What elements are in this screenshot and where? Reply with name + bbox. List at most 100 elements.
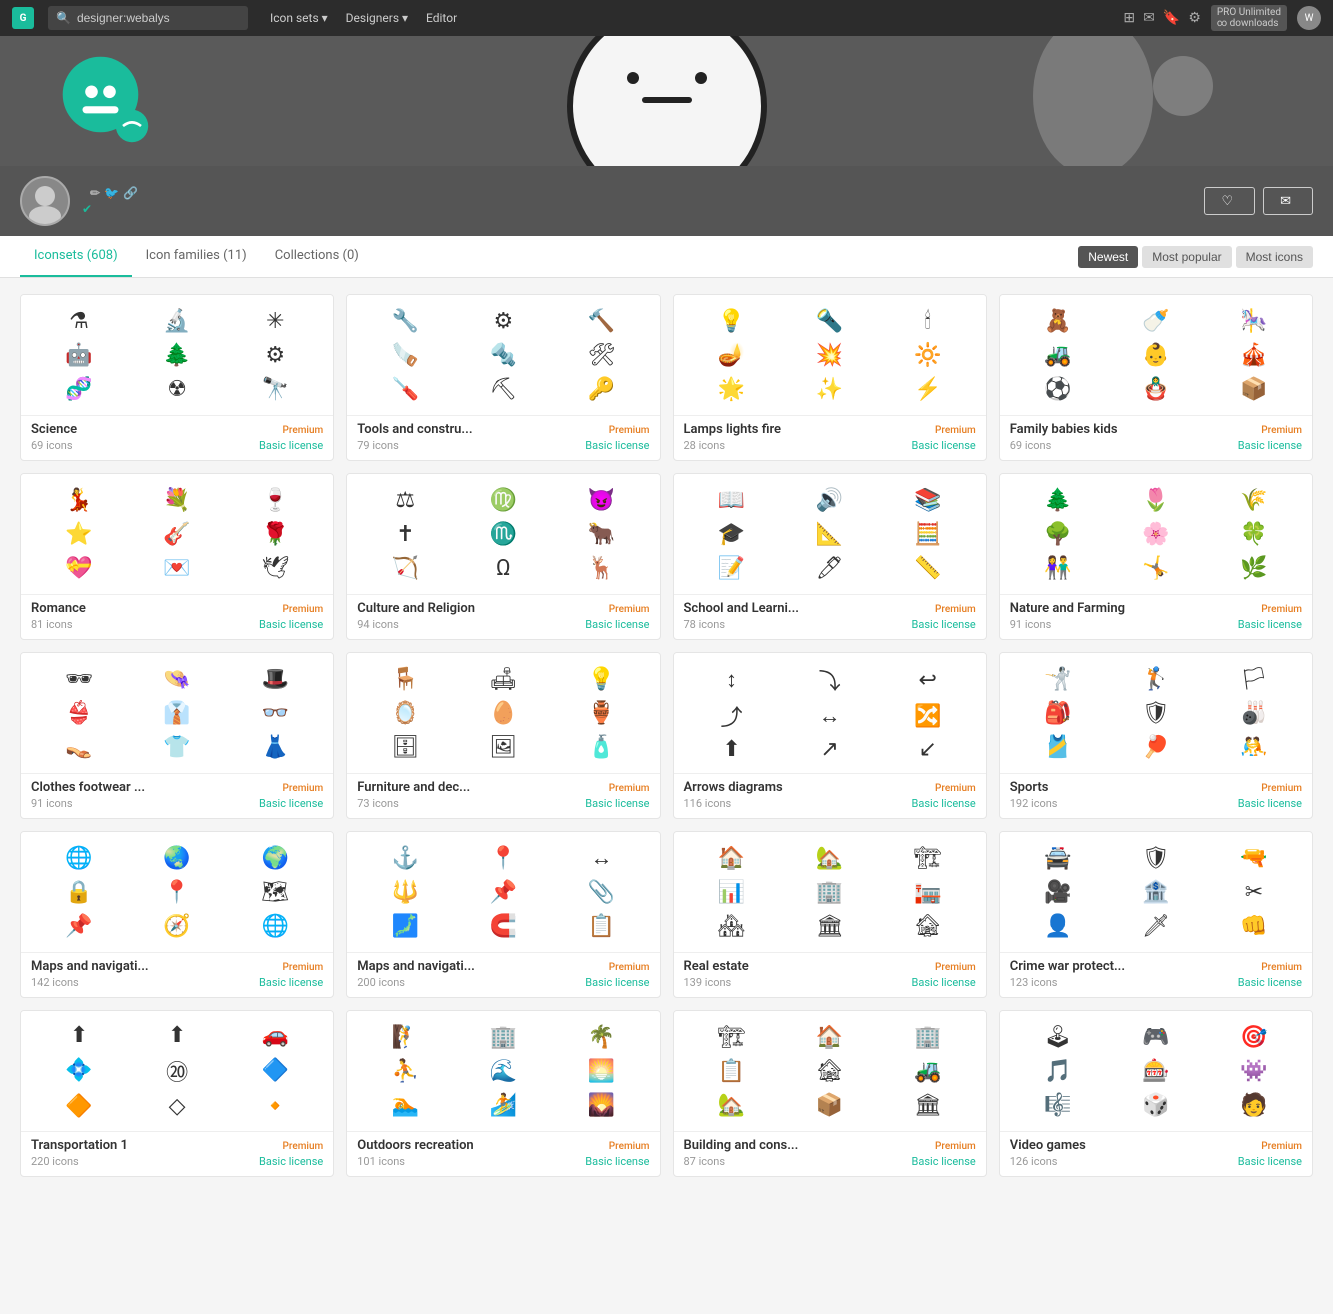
card-icon: 🧬 — [31, 373, 127, 405]
icon-set-card[interactable]: 🤺🏌🏳🎒🛡🎳🎽🏓🤼 Sports Premium 192 icons Basic… — [999, 652, 1313, 819]
grid-icon[interactable]: ⊞ — [1123, 10, 1135, 26]
sort-popular[interactable]: Most popular — [1142, 246, 1231, 268]
nav-editor[interactable]: Editor — [418, 7, 465, 29]
icon-set-card[interactable]: 🧗🏢🌴⛹🌊🌅🏊🏄🌄 Outdoors recreation Premium 10… — [346, 1010, 660, 1177]
premium-badge: Premium — [609, 962, 650, 973]
icon-set-card[interactable]: 🕶👒🎩👙👔👓👡👕👗 Clothes footwear ... Premium 9… — [20, 652, 334, 819]
search-input[interactable] — [77, 11, 227, 25]
icon-set-card[interactable]: 🕹🎮🎯🎵🎰👾🎼🎲🧑 Video games Premium 126 icons … — [999, 1010, 1313, 1177]
card-icon: ⚖ — [357, 484, 453, 516]
mail-icon[interactable]: ✉ — [1143, 10, 1155, 26]
card-icon: Ω — [455, 552, 551, 584]
card-icon: 🌐 — [31, 842, 127, 874]
sort-most-icons[interactable]: Most icons — [1236, 246, 1313, 268]
card-icon: 👤 — [1010, 910, 1106, 942]
icon-set-card[interactable]: 📖🔊📚🎓📐🧮📝🖊📏 School and Learni... Premium 7… — [673, 473, 987, 640]
tabs-bar: Iconsets (608) Icon families (11) Collec… — [0, 236, 1333, 278]
card-title: Transportation 1 — [31, 1138, 128, 1153]
premium-badge: Premium — [1261, 962, 1302, 973]
card-icon: 🎽 — [1010, 731, 1106, 763]
card-icon: 🪑 — [357, 663, 453, 695]
settings-icon[interactable]: ⚙ — [1188, 10, 1201, 26]
card-preview: ↕⤵↩⤴↔🔀⬆↗↙ — [674, 653, 986, 773]
card-icon: 💝 — [31, 552, 127, 584]
teal-logo-icon — [60, 54, 150, 144]
card-icon: 🚜 — [1010, 339, 1106, 371]
icon-set-card[interactable]: 🚔🛡🔫🎥🏦✂👤🗡👊 Crime war protect... Premium 1… — [999, 831, 1313, 998]
card-icon: ⬆ — [684, 736, 780, 763]
license-label: Basic license — [912, 439, 976, 452]
tab-collections[interactable]: Collections (0) — [261, 236, 373, 277]
icon-count: 91 icons — [31, 797, 73, 810]
license-label: Basic license — [912, 797, 976, 810]
icon-set-card[interactable]: 💃💐🍷⭐🎸🌹💝💌🕊 Romance Premium 81 icons Basic… — [20, 473, 334, 640]
nav-designers[interactable]: Designers ▾ — [338, 7, 416, 29]
icon-set-card[interactable]: ⚖♍😈✝♏🐂🏹Ω🦌 Culture and Religion Premium 9… — [346, 473, 660, 640]
tab-iconsets[interactable]: Iconsets (608) — [20, 236, 132, 277]
card-icon: 🏊 — [357, 1089, 453, 1121]
card-icon: 🌸 — [1108, 518, 1204, 550]
card-icons-grid: 💃💐🍷⭐🎸🌹💝💌🕊 — [31, 484, 323, 584]
icon-set-card[interactable]: 🪑🛋💡🪞🥚🏺🗄🖼🧴 Furniture and dec... Premium 7… — [346, 652, 660, 819]
card-preview: 🕶👒🎩👙👔👓👡👕👗 — [21, 653, 333, 773]
avatar[interactable]: W — [1297, 6, 1321, 30]
card-meta-row: 73 icons Basic license — [357, 797, 649, 810]
card-title-row: Tools and constru... Premium — [357, 422, 649, 437]
license-label: Basic license — [1238, 618, 1302, 631]
search-bar[interactable]: 🔍 — [48, 6, 248, 30]
card-icon: 🎮 — [1108, 1021, 1204, 1053]
card-icons-grid: ⬆⬆🚗💠⑳🔷🔶◇🔸 — [31, 1021, 323, 1121]
icon-set-card[interactable]: ⬆⬆🚗💠⑳🔷🔶◇🔸 Transportation 1 Premium 220 i… — [20, 1010, 334, 1177]
icon-sets-grid: ⚗🔬✳🤖🌲⚙🧬☢🔭 Science Premium 69 icons Basic… — [20, 294, 1313, 1177]
card-info: Maps and navigati... Premium 142 icons B… — [21, 952, 333, 997]
tab-families[interactable]: Icon families (11) — [132, 236, 261, 277]
icon-set-card[interactable]: 🧸🍼🎠🚜👶🎪⚽🪆📦 Family babies kids Premium 69 … — [999, 294, 1313, 461]
card-icon: ↙ — [880, 736, 976, 763]
card-icon: 🏢 — [880, 1021, 976, 1053]
nav-icon-sets[interactable]: Icon sets ▾ — [262, 7, 336, 29]
card-icons-grid: 🏗🏠🏢📋🏚🚜🏡📦🏛 — [684, 1021, 976, 1121]
card-icon: 🔸 — [227, 1091, 323, 1121]
edit-icon[interactable]: ✏ — [90, 186, 100, 200]
icon-set-card[interactable]: 🌲🌷🌾🌳🌸🍀👫🤸🌿 Nature and Farming Premium 91 … — [999, 473, 1313, 640]
card-info: Family babies kids Premium 69 icons Basi… — [1000, 415, 1312, 460]
follow-button[interactable]: ♡ — [1204, 187, 1255, 215]
card-icon: 🤺 — [1010, 663, 1106, 695]
sort-newest[interactable]: Newest — [1078, 246, 1138, 268]
icon-set-card[interactable]: 🏗🏠🏢📋🏚🚜🏡📦🏛 Building and cons... Premium 8… — [673, 1010, 987, 1177]
card-icon: 🛡 — [1108, 697, 1204, 729]
card-icon: 🌷 — [1108, 484, 1204, 516]
bookmark-icon[interactable]: 🔖 — [1163, 10, 1180, 26]
icon-set-card[interactable]: ⚓📍↔🔱📌📎🗾🧲📋 Maps and navigati... Premium 2… — [346, 831, 660, 998]
card-icon: 📏 — [880, 552, 976, 584]
icon-set-card[interactable]: 💡🔦🕯🪔💥🔆🌟✨⚡ Lamps lights fire Premium 28 i… — [673, 294, 987, 461]
card-icon: 💡 — [684, 305, 780, 337]
license-label: Basic license — [585, 797, 649, 810]
card-icon: 👒 — [129, 663, 225, 695]
card-icon: 🌴 — [553, 1021, 649, 1053]
card-icon: 🪛 — [357, 373, 453, 405]
icon-set-card[interactable]: 🔧⚙🔨🪚🔩🛠🪛⛏🔑 Tools and constru... Premium 7… — [346, 294, 660, 461]
card-icon: 🎯 — [1206, 1021, 1302, 1053]
card-icon: ⛹ — [357, 1055, 453, 1087]
icon-set-card[interactable]: 🌐🌏🌍🔒📍🗺📌🧭🌐 Maps and navigati... Premium 1… — [20, 831, 334, 998]
icon-set-card[interactable]: ⚗🔬✳🤖🌲⚙🧬☢🔭 Science Premium 69 icons Basic… — [20, 294, 334, 461]
card-icon: 🏚 — [880, 910, 976, 942]
card-preview: 🔧⚙🔨🪚🔩🛠🪛⛏🔑 — [347, 295, 659, 415]
message-button[interactable]: ✉ — [1263, 187, 1313, 215]
card-icon: 🌄 — [553, 1089, 649, 1121]
icon-set-card[interactable]: 🏠🏡🏗📊🏢🏣🏘🏛🏚 Real estate Premium 139 icons … — [673, 831, 987, 998]
twitter-icon[interactable]: 🐦 — [104, 186, 119, 200]
premium-badge: Premium — [935, 1141, 976, 1152]
icon-set-card[interactable]: ↕⤵↩⤴↔🔀⬆↗↙ Arrows diagrams Premium 116 ic… — [673, 652, 987, 819]
card-icon: ♍ — [455, 484, 551, 516]
card-preview: ⚖♍😈✝♏🐂🏹Ω🦌 — [347, 474, 659, 594]
icon-count: 142 icons — [31, 976, 79, 989]
card-icon: 🧮 — [880, 518, 976, 550]
card-icon: 💡 — [553, 663, 649, 695]
card-icon: 🔶 — [31, 1091, 127, 1121]
license-label: Basic license — [585, 976, 649, 989]
icon-count: 78 icons — [684, 618, 726, 631]
logo[interactable]: G — [12, 7, 38, 29]
link-icon[interactable]: 🔗 — [123, 186, 138, 200]
